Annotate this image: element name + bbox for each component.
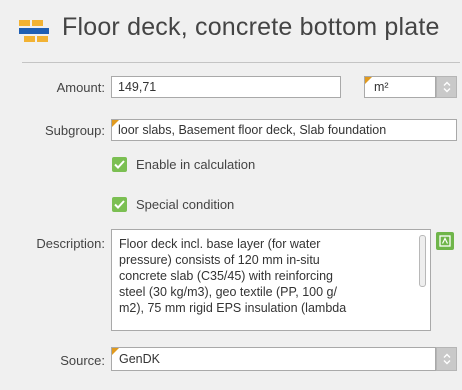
page-title: Floor deck, concrete bottom plate — [62, 13, 440, 41]
enable-in-calculation-label: Enable in calculation — [136, 157, 256, 172]
description-line: Floor deck incl. base layer (for water — [119, 237, 321, 251]
expand-icon — [439, 235, 451, 247]
description-textarea[interactable]: Floor deck incl. base layer (for water p… — [111, 229, 431, 331]
divider — [22, 62, 460, 63]
source-dropdown-button[interactable] — [436, 347, 457, 371]
source-value: GenDK — [119, 352, 160, 366]
enable-in-calculation-checkbox[interactable]: Enable in calculation — [112, 157, 255, 172]
source-label: Source: — [60, 353, 105, 368]
check-icon — [112, 157, 127, 172]
description-line: steel (30 kg/m3), geo textile (PP, 100 g… — [119, 285, 337, 299]
description-line: concrete slab (C35/45) with reinforcing — [119, 269, 333, 283]
floor-deck-icon — [19, 20, 49, 42]
special-condition-checkbox[interactable]: Special condition — [112, 197, 234, 212]
description-scrollbar[interactable] — [419, 235, 426, 287]
amount-label: Amount: — [56, 80, 105, 95]
subgroup-field[interactable]: loor slabs, Basement floor deck, Slab fo… — [111, 119, 457, 141]
check-icon — [112, 197, 127, 212]
source-select[interactable]: GenDK — [111, 347, 436, 371]
description-label: Description: — [36, 236, 105, 251]
edit-description-button[interactable] — [436, 232, 454, 250]
description-line: m2), 75 mm rigid EPS insulation (lambda — [119, 301, 347, 315]
unit-marker — [365, 77, 372, 84]
description-line: pressure) consists of 120 mm in-situ — [119, 253, 320, 267]
unit-dropdown-button[interactable] — [436, 76, 457, 98]
updown-chevron-icon — [443, 81, 450, 93]
amount-input[interactable]: 149,71 — [111, 76, 341, 98]
subgroup-value: loor slabs, Basement floor deck, Slab fo… — [118, 123, 387, 137]
subgroup-marker — [112, 120, 119, 127]
updown-chevron-icon — [443, 353, 450, 365]
unit-select[interactable]: m² — [364, 76, 436, 98]
header: Floor deck, concrete bottom plate — [0, 0, 462, 62]
subgroup-label: Subgroup: — [45, 123, 105, 138]
source-marker — [112, 348, 119, 355]
unit-value: m² — [374, 80, 389, 94]
special-condition-label: Special condition — [136, 197, 235, 212]
amount-value: 149,71 — [118, 80, 157, 94]
